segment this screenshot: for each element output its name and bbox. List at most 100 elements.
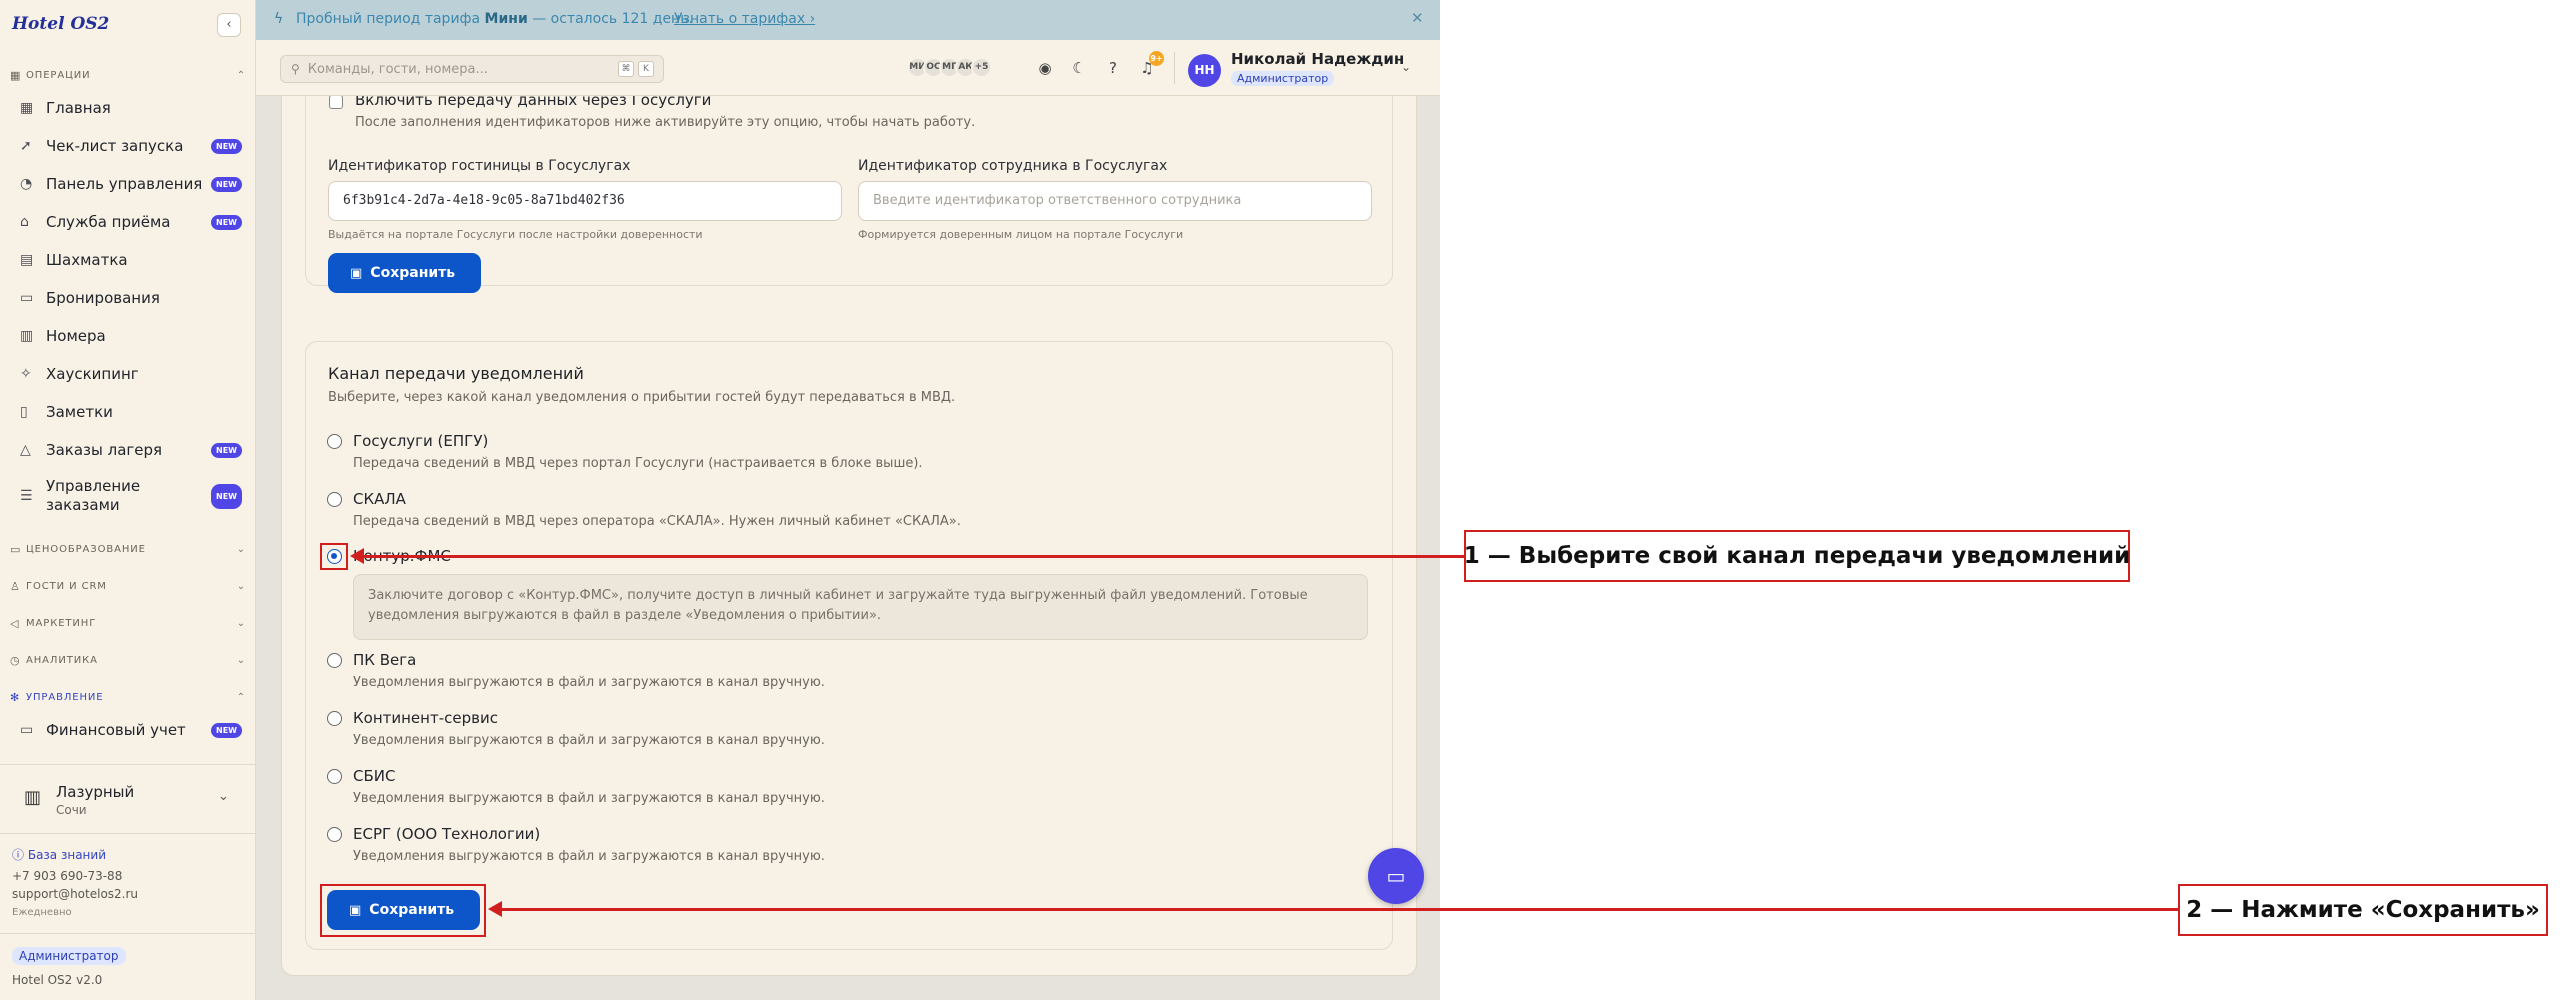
sidebar-item-order-management[interactable]: ☰ Управление заказами NEW xyxy=(20,473,242,519)
sidebar-item-dashboard[interactable]: ◔ Панель управления NEW xyxy=(20,169,242,199)
collapse-sidebar-button[interactable]: ‹ xyxy=(217,13,241,37)
app-window: Hotel OS2 ‹ ▦ ОПЕРАЦИИ ⌃ ▦ Главная ➚ Чек… xyxy=(0,0,1440,1000)
property-switcher[interactable]: ▥ Лазурный Сочи ⌄ xyxy=(0,764,256,834)
chevron-down-icon: ⌄ xyxy=(236,543,246,555)
option-label[interactable]: СБИС xyxy=(353,767,395,785)
sidebar-item-home[interactable]: ▦ Главная xyxy=(20,93,242,123)
command-search-input[interactable]: ⚲ Команды, гости, номера... ⌘ K xyxy=(280,55,664,83)
arrow-left-icon xyxy=(350,548,364,564)
search-icon: ⚲ xyxy=(291,62,300,76)
annotation-step-2: 2 — Нажмите «Сохранить» xyxy=(2178,884,2548,936)
sidebar-item-launch-checklist[interactable]: ➚ Чек-лист запуска NEW xyxy=(20,131,242,161)
user-avatar[interactable]: НН xyxy=(1188,54,1221,87)
sidebar-item-notes[interactable]: ▯ Заметки xyxy=(20,397,242,427)
option-desc: Уведомления выгружаются в файл и загружа… xyxy=(353,791,825,806)
hotel-id-hint: Выдаётся на портале Госуслуги после наст… xyxy=(328,228,703,241)
divider xyxy=(0,933,256,934)
support-email[interactable]: support@hotelos2.ru xyxy=(12,887,138,901)
trial-plan: Мини xyxy=(484,11,528,27)
more-users-count: +5 xyxy=(971,57,992,78)
bell-desk-icon: ⌂ xyxy=(20,214,29,230)
knowledge-base-label: База знаний xyxy=(27,848,107,862)
notifications-badge: 9+ xyxy=(1149,51,1164,66)
property-name: Лазурный xyxy=(56,783,135,801)
annotation-highlight-save xyxy=(320,884,486,937)
calendar-icon: ▭ xyxy=(20,290,34,306)
brand-logo[interactable]: Hotel OS2 xyxy=(12,14,109,34)
chevron-up-icon: ⌃ xyxy=(236,691,246,703)
list-icon: ☰ xyxy=(20,487,33,504)
role-badge: Администратор xyxy=(12,947,126,965)
shortcut-key: ⌘ xyxy=(618,61,634,77)
group-label: ЦЕНООБРАЗОВАНИЕ xyxy=(26,543,146,555)
radio-continent-service[interactable] xyxy=(327,711,342,726)
hotel-id-field[interactable]: 6f3b91c4-2d7a-4e18-9c05-8a71bd402f36 xyxy=(328,181,842,221)
chevron-down-icon[interactable]: ⌄ xyxy=(1401,60,1411,74)
radio-skala[interactable] xyxy=(327,492,342,507)
table-icon: ▤ xyxy=(20,252,34,268)
annotation-highlight-radio xyxy=(320,543,348,570)
section-subtitle: Выберите, через какой канал уведомления … xyxy=(328,390,956,405)
radio-sbis[interactable] xyxy=(327,769,342,784)
sidebar-item-front-desk[interactable]: ⌂ Служба приёма NEW xyxy=(20,207,242,237)
sidebar-item-label: Заказы лагеря xyxy=(46,441,163,459)
support-phone[interactable]: +7 903 690-73-88 xyxy=(12,869,122,883)
group-operations[interactable]: ▦ ОПЕРАЦИИ ⌃ xyxy=(10,62,246,88)
megaphone-icon: ◁ xyxy=(10,616,20,630)
new-badge: NEW xyxy=(211,722,242,738)
sidebar-nav: ▦ ОПЕРАЦИИ ⌃ ▦ Главная ➚ Чек-лист запуск… xyxy=(0,60,256,760)
sidebar-item-housekeeping[interactable]: ✧ Хаускипинг xyxy=(20,359,242,389)
group-marketing[interactable]: ◁ МАРКЕТИНГ ⌄ xyxy=(10,610,246,636)
sidebar-item-finance[interactable]: ▭ Финансовый учет NEW xyxy=(20,715,242,745)
sidebar-item-label: Бронирования xyxy=(46,289,160,307)
sidebar-item-camp-orders[interactable]: △ Заказы лагеря NEW xyxy=(20,435,242,465)
group-pricing[interactable]: ▭ ЦЕНООБРАЗОВАНИЕ ⌄ xyxy=(10,536,246,562)
palette-icon[interactable]: ◉ xyxy=(1033,56,1057,80)
option-label[interactable]: Госуслуги (ЕПГУ) xyxy=(353,432,488,450)
user-name[interactable]: Николай Надеждин xyxy=(1231,50,1404,68)
chevron-up-icon: ⌃ xyxy=(236,69,246,81)
gosuslugi-section: Включить передачу данных через Госуслуги… xyxy=(305,96,1393,293)
group-label: АНАЛИТИКА xyxy=(26,654,98,666)
moon-icon[interactable]: ☾ xyxy=(1067,56,1091,80)
clock-icon: ◷ xyxy=(10,653,21,667)
save-gosuslugi-button[interactable]: ▣ Сохранить xyxy=(328,253,481,293)
employee-id-field[interactable]: Введите идентификатор ответственного сот… xyxy=(858,181,1372,221)
wallet-icon: ▭ xyxy=(10,542,22,556)
building-icon: ▥ xyxy=(20,328,34,344)
option-label[interactable]: ЕСРГ (ООО Технологии) xyxy=(353,825,540,843)
divider xyxy=(1174,52,1175,84)
gosuslugi-enable-checkbox[interactable] xyxy=(329,96,343,109)
chevron-down-icon: ⌄ xyxy=(236,654,246,666)
radio-esrg[interactable] xyxy=(327,827,342,842)
group-guests-crm[interactable]: ♙ ГОСТИ И CRM ⌄ xyxy=(10,573,246,599)
option-label[interactable]: Континент-сервис xyxy=(353,709,498,727)
wallet-icon: ▭ xyxy=(20,722,34,738)
chat-button[interactable]: ▭ xyxy=(1368,848,1424,904)
sidebar-item-label: Заметки xyxy=(46,403,113,421)
new-badge: NEW xyxy=(211,138,242,154)
shortcut-key: K xyxy=(638,61,654,77)
sidebar-item-label: Шахматка xyxy=(46,251,128,269)
tariffs-link[interactable]: Узнать о тарифах › xyxy=(674,11,815,27)
hotel-id-label: Идентификатор гостиницы в Госуслугах xyxy=(328,158,631,174)
help-circle-icon: ⓘ xyxy=(12,848,25,862)
grid-icon: ▦ xyxy=(10,68,22,82)
sidebar-item-chessboard[interactable]: ▤ Шахматка xyxy=(20,245,242,275)
group-analytics[interactable]: ◷ АНАЛИТИКА ⌄ xyxy=(10,647,246,673)
online-users[interactable]: МИ ОС МГ АК +5 xyxy=(907,57,992,78)
knowledge-base-link[interactable]: ⓘ База знаний xyxy=(12,846,106,863)
option-label[interactable]: ПК Вега xyxy=(353,651,416,669)
group-management[interactable]: ✻ УПРАВЛЕНИЕ ⌃ xyxy=(10,684,246,710)
close-icon[interactable]: ✕ xyxy=(1411,9,1424,27)
search-placeholder: Команды, гости, номера... xyxy=(307,61,488,77)
option-label[interactable]: СКАЛА xyxy=(353,490,406,508)
group-label: ОПЕРАЦИИ xyxy=(26,69,91,81)
radio-gosuslugi[interactable] xyxy=(327,434,342,449)
sidebar-item-rooms[interactable]: ▥ Номера xyxy=(20,321,242,351)
sidebar-item-bookings[interactable]: ▭ Бронирования xyxy=(20,283,242,313)
sidebar-item-label: Финансовый учет xyxy=(46,721,186,739)
radio-pk-vega[interactable] xyxy=(327,653,342,668)
help-icon[interactable]: ? xyxy=(1101,56,1125,80)
sparkles-icon: ✧ xyxy=(20,366,32,382)
